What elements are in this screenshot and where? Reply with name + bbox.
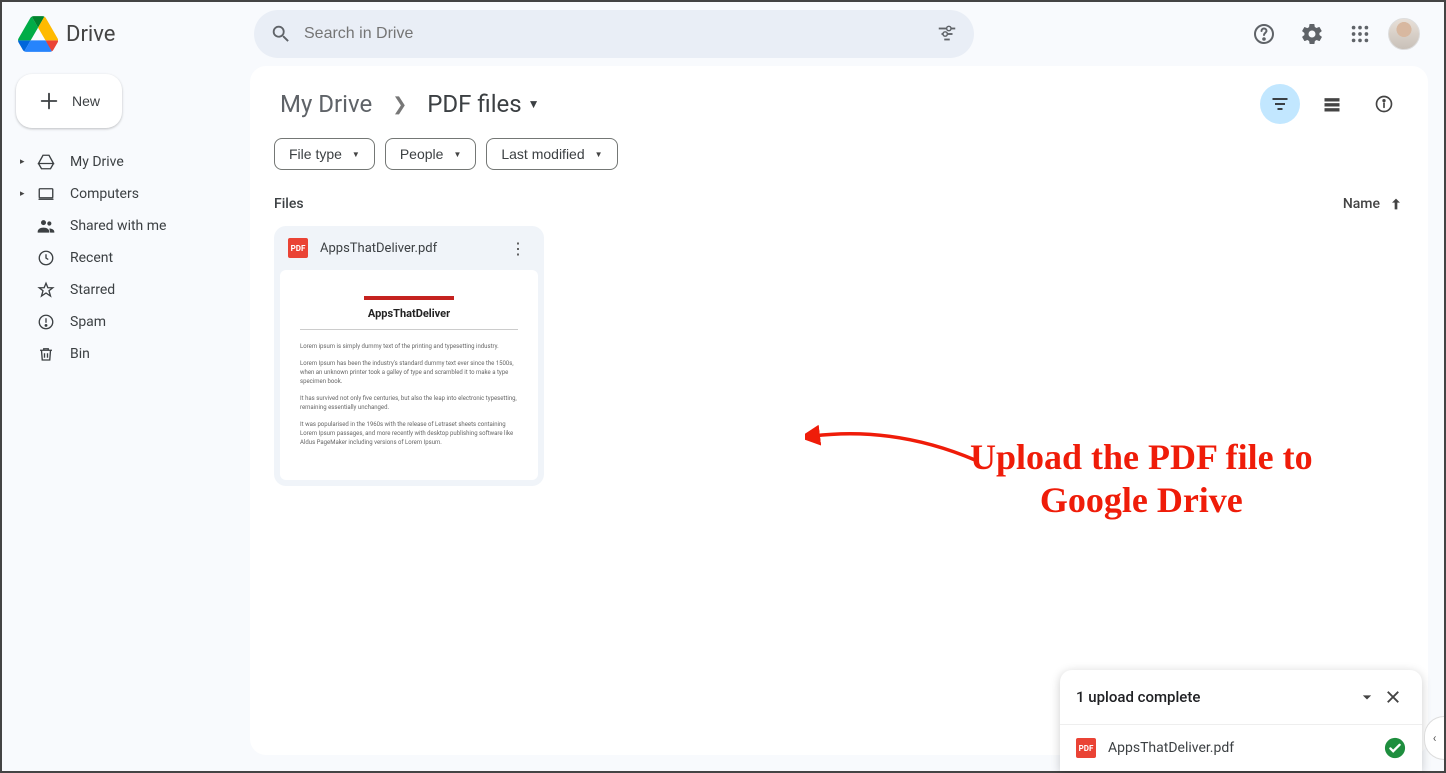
chip-label: Last modified [501, 146, 584, 162]
spam-icon [36, 312, 56, 332]
file-thumbnail: AppsThatDeliver Lorem ipsum is simply du… [280, 270, 538, 480]
sort-label: Name [1343, 196, 1380, 212]
sidebar: New ▸My Drive ▸Computers Shared with me … [2, 66, 250, 771]
chevron-down-icon: ▼ [352, 150, 360, 159]
plus-icon [38, 90, 60, 112]
account-avatar[interactable] [1388, 18, 1420, 50]
new-button-label: New [72, 93, 100, 109]
expand-icon[interactable]: ▸ [20, 157, 25, 167]
filter-file-type[interactable]: File type ▼ [274, 138, 375, 170]
help-icon [1252, 22, 1276, 46]
new-button[interactable]: New [16, 74, 122, 128]
info-button[interactable] [1364, 84, 1404, 124]
thumb-title: AppsThatDeliver [300, 306, 518, 323]
search-icon [270, 23, 292, 45]
computers-icon [36, 184, 56, 204]
sidebar-item-label: Starred [70, 282, 115, 298]
my-drive-icon [36, 152, 56, 172]
app-header: Drive [2, 2, 1444, 66]
chevron-down-icon: ▼ [453, 150, 461, 159]
gear-icon [1300, 22, 1324, 46]
chevron-right-icon: ❯ [392, 94, 407, 115]
section-label: Files [274, 196, 304, 212]
logo-area[interactable]: Drive [18, 16, 254, 52]
file-card-header: PDF AppsThatDeliver.pdf ⋮ [274, 226, 544, 270]
breadcrumb-root[interactable]: My Drive [274, 86, 378, 122]
list-icon [1322, 94, 1342, 114]
header-actions [1244, 14, 1428, 54]
recent-icon [36, 248, 56, 268]
filter-toggle-button[interactable] [1260, 84, 1300, 124]
search-input[interactable] [304, 25, 924, 43]
chevron-down-icon: ▼ [595, 150, 603, 159]
upload-toast-title: 1 upload complete [1076, 688, 1200, 706]
arrow-up-icon [1388, 196, 1404, 212]
chip-label: People [400, 146, 444, 162]
help-button[interactable] [1244, 14, 1284, 54]
upload-item-name: AppsThatDeliver.pdf [1108, 740, 1234, 756]
view-tools [1260, 84, 1404, 124]
breadcrumb-current-label: PDF files [427, 90, 521, 118]
sidebar-item-my-drive[interactable]: ▸ My Drive [14, 146, 238, 178]
sidebar-item-starred[interactable]: Starred [14, 274, 238, 306]
breadcrumb: My Drive ❯ PDF files ▼ [274, 86, 1404, 122]
sidebar-item-label: Shared with me [70, 218, 166, 234]
sidebar-item-label: Recent [70, 250, 113, 266]
upload-toast: 1 upload complete PDF AppsThatDeliver.pd… [1060, 670, 1422, 771]
success-check-icon [1384, 737, 1406, 759]
bin-icon [36, 344, 56, 364]
main-content: My Drive ❯ PDF files ▼ File type ▼ People… [250, 66, 1428, 755]
file-grid: PDF AppsThatDeliver.pdf ⋮ AppsThatDelive… [274, 226, 1404, 486]
app-name: Drive [66, 22, 115, 47]
file-more-button[interactable]: ⋮ [506, 239, 530, 258]
chip-label: File type [289, 146, 342, 162]
sidebar-item-recent[interactable]: Recent [14, 242, 238, 274]
info-icon [1374, 94, 1394, 114]
filter-people[interactable]: People ▼ [385, 138, 477, 170]
sidebar-item-label: Spam [70, 314, 106, 330]
filter-icon [1270, 94, 1290, 114]
star-icon [36, 280, 56, 300]
shared-icon [36, 216, 56, 236]
list-view-button[interactable] [1312, 84, 1352, 124]
apps-icon [1349, 23, 1371, 45]
sidebar-item-bin[interactable]: Bin [14, 338, 238, 370]
file-card[interactable]: PDF AppsThatDeliver.pdf ⋮ AppsThatDelive… [274, 226, 544, 486]
sidebar-item-label: Bin [70, 346, 90, 362]
sidebar-item-label: My Drive [70, 154, 124, 170]
toast-collapse-button[interactable] [1354, 684, 1380, 710]
sidebar-item-spam[interactable]: Spam [14, 306, 238, 338]
pdf-icon: PDF [1076, 738, 1096, 758]
apps-button[interactable] [1340, 14, 1380, 54]
upload-toast-item[interactable]: PDF AppsThatDeliver.pdf [1060, 724, 1422, 771]
sidebar-item-computers[interactable]: ▸ Computers [14, 178, 238, 210]
pdf-icon: PDF [288, 238, 308, 258]
chevron-down-icon: ▼ [528, 97, 540, 111]
filter-last-modified[interactable]: Last modified ▼ [486, 138, 617, 170]
sidebar-item-label: Computers [70, 186, 139, 202]
close-icon [1384, 688, 1402, 706]
breadcrumb-current[interactable]: PDF files ▼ [421, 86, 545, 122]
search-container [254, 10, 974, 58]
upload-toast-header: 1 upload complete [1060, 670, 1422, 724]
drive-logo-icon [18, 16, 58, 52]
chevron-down-icon [1357, 687, 1377, 707]
search-options-icon[interactable] [936, 23, 958, 45]
sidebar-item-shared[interactable]: Shared with me [14, 210, 238, 242]
files-header-row: Files Name [274, 196, 1404, 212]
filter-chips: File type ▼ People ▼ Last modified ▼ [274, 138, 1404, 170]
settings-button[interactable] [1292, 14, 1332, 54]
expand-icon[interactable]: ▸ [20, 189, 25, 199]
file-name: AppsThatDeliver.pdf [320, 241, 494, 256]
toast-close-button[interactable] [1380, 684, 1406, 710]
sort-header[interactable]: Name [1343, 196, 1404, 212]
search-bar[interactable] [254, 10, 974, 58]
